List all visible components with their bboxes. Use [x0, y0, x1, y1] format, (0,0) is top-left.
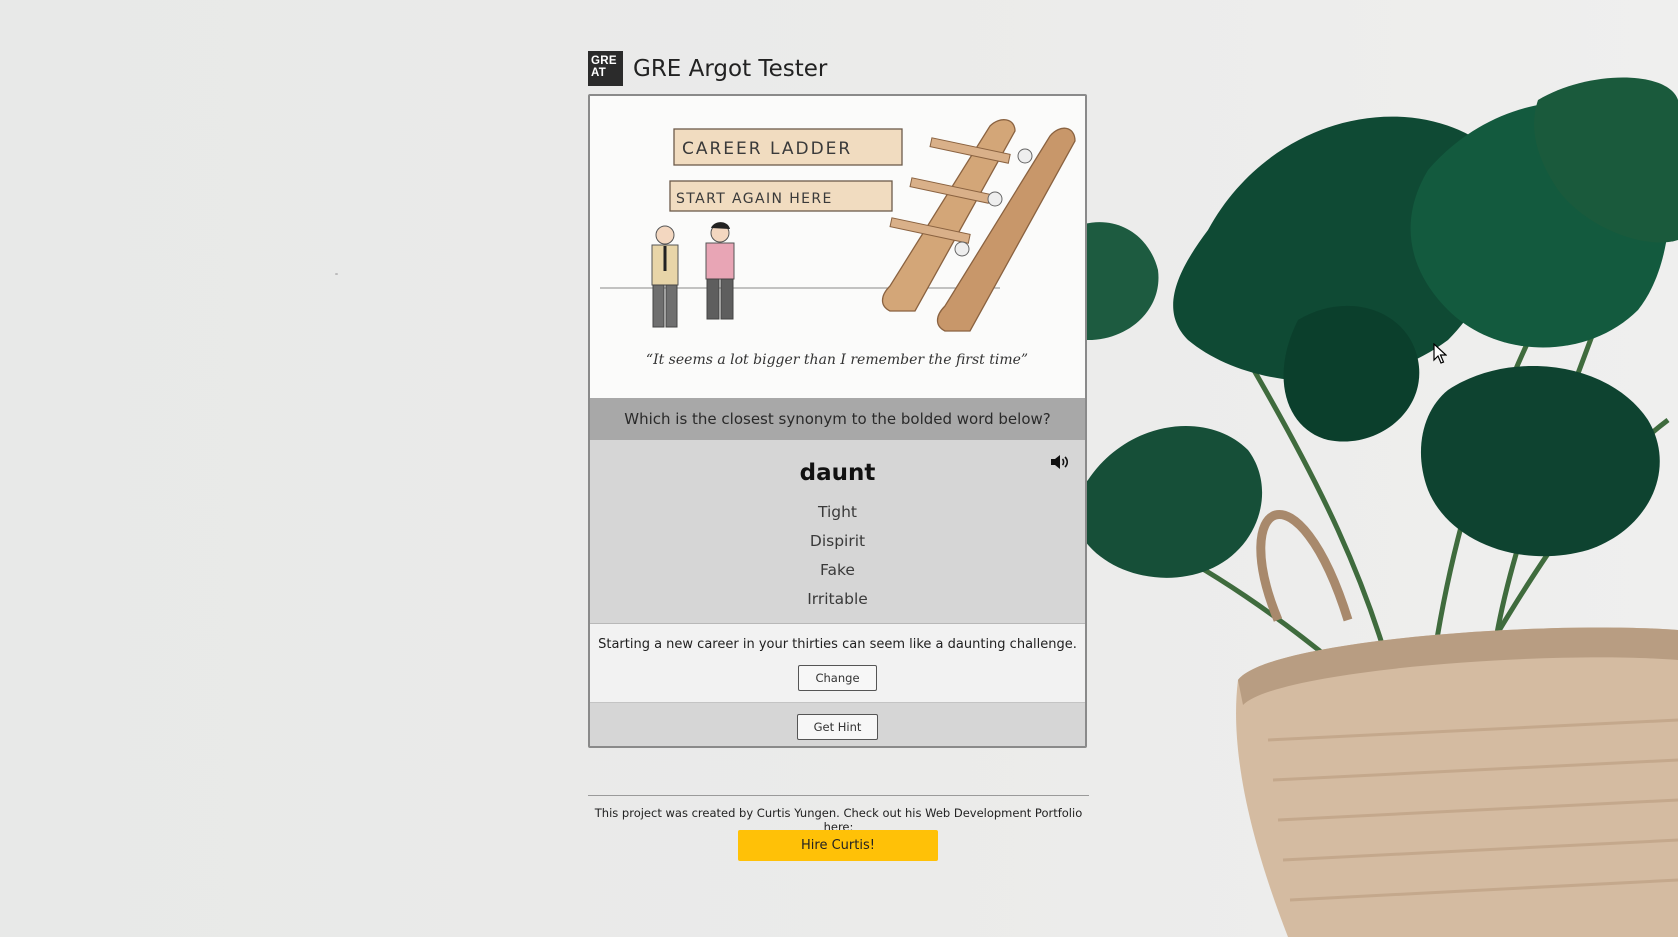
- get-hint-button[interactable]: Get Hint: [796, 714, 879, 740]
- answer-options: Tight Dispirit Fake Irritable: [590, 498, 1085, 614]
- cartoon-image: CAREER LADDER START AGAIN HERE “It seems…: [590, 96, 1085, 398]
- mouse-cursor-icon: [1433, 343, 1447, 364]
- logo-line-1: GRE: [591, 55, 617, 67]
- example-panel: Starting a new career in your thirties c…: [590, 624, 1085, 703]
- plant-background-image: [1068, 77, 1678, 937]
- speaker-icon[interactable]: [1049, 452, 1071, 472]
- app-title: GRE Argot Tester: [633, 55, 828, 82]
- page: GRE AT GRE Argot Tester CAREER LADDER ST…: [0, 0, 1678, 937]
- cartoon-caption: “It seems a lot bigger than I remember t…: [646, 352, 1028, 368]
- sign-start-again: START AGAIN HERE: [676, 191, 833, 207]
- footer-divider: [588, 795, 1089, 796]
- quiz-card: CAREER LADDER START AGAIN HERE “It seems…: [588, 94, 1087, 748]
- answer-option[interactable]: Tight: [590, 498, 1085, 527]
- hire-curtis-button[interactable]: Hire Curtis!: [738, 830, 938, 861]
- hint-panel: Get Hint: [590, 703, 1085, 746]
- answer-option[interactable]: Irritable: [590, 585, 1085, 614]
- answer-option[interactable]: Dispirit: [590, 527, 1085, 556]
- example-sentence: Starting a new career in your thirties c…: [598, 637, 1077, 652]
- answer-option[interactable]: Fake: [590, 556, 1085, 585]
- app-logo: GRE AT: [588, 51, 623, 86]
- question-prompt: Which is the closest synonym to the bold…: [590, 398, 1085, 440]
- change-button[interactable]: Change: [798, 665, 877, 691]
- target-word: daunt: [799, 460, 876, 486]
- background-speck: [335, 273, 338, 275]
- word-panel: daunt Tight Dispirit Fake Irritable: [590, 440, 1085, 624]
- app-header: GRE AT GRE Argot Tester: [588, 51, 827, 86]
- logo-line-2: AT: [591, 67, 607, 79]
- sign-career-ladder: CAREER LADDER: [682, 139, 852, 159]
